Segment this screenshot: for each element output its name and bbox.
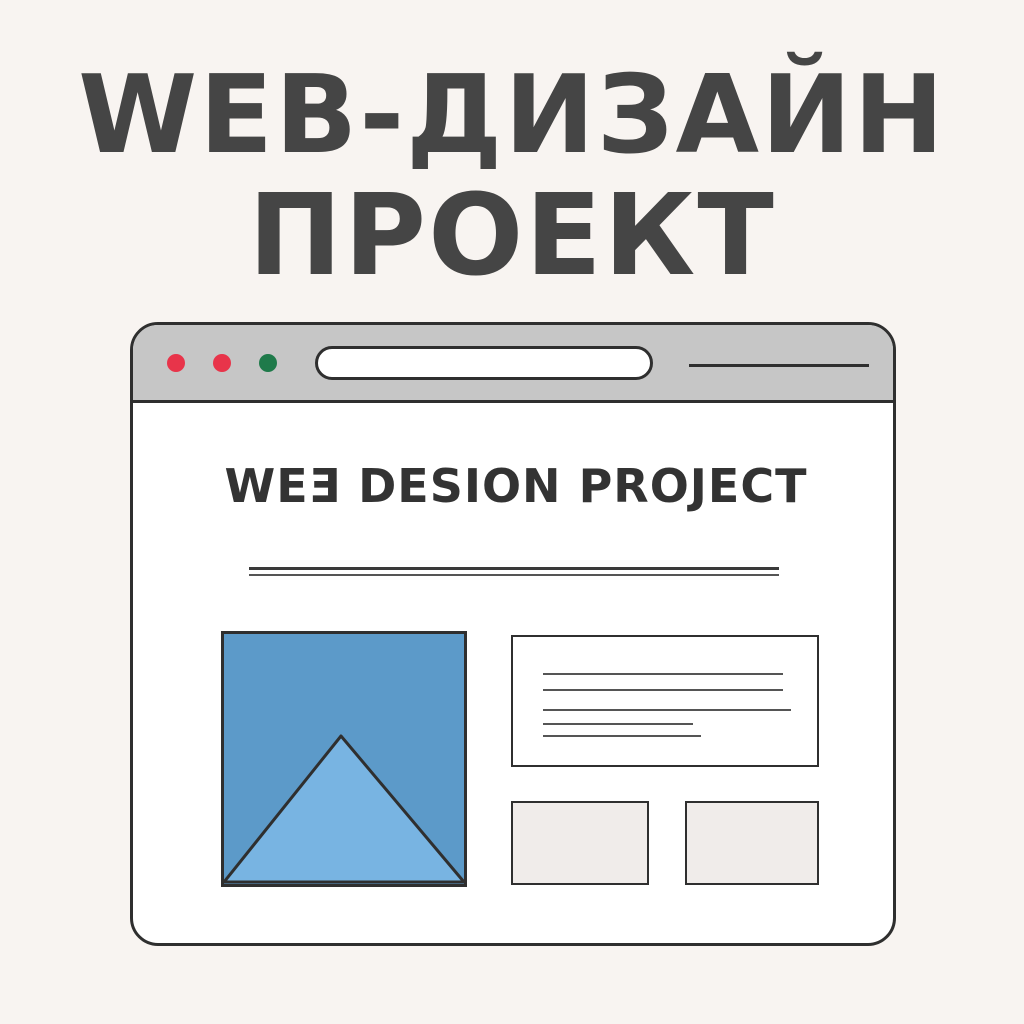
browser-window-illustration: WEƎ DESION PROJECT <box>130 322 896 946</box>
card-placeholder-right <box>685 801 819 885</box>
text-line-placeholder <box>543 689 783 691</box>
minimize-dot-icon <box>213 354 231 372</box>
text-line-placeholder <box>543 673 783 675</box>
card-placeholder-left <box>511 801 649 885</box>
menu-line <box>689 364 869 367</box>
maximize-dot-icon <box>259 354 277 372</box>
image-placeholder <box>221 631 467 887</box>
text-line-placeholder <box>543 735 701 737</box>
mountain-icon <box>224 734 464 884</box>
browser-titlebar <box>133 325 893 403</box>
title-underline <box>249 567 779 570</box>
text-line-placeholder <box>543 723 693 725</box>
address-bar <box>315 346 653 380</box>
page-title: WEƎ DESION PROJECT <box>224 459 808 513</box>
text-block-placeholder <box>511 635 819 767</box>
headline-line-2: ПРОЕКТ <box>248 171 776 301</box>
close-dot-icon <box>167 354 185 372</box>
title-underline-secondary <box>249 574 779 576</box>
text-line-placeholder <box>543 709 791 711</box>
headline-line-1: WEB-ДИЗАЙН <box>78 53 946 178</box>
canvas: WEB-ДИЗАЙН ПРОЕКТ WEƎ DESION PROJECT <box>0 0 1024 1024</box>
